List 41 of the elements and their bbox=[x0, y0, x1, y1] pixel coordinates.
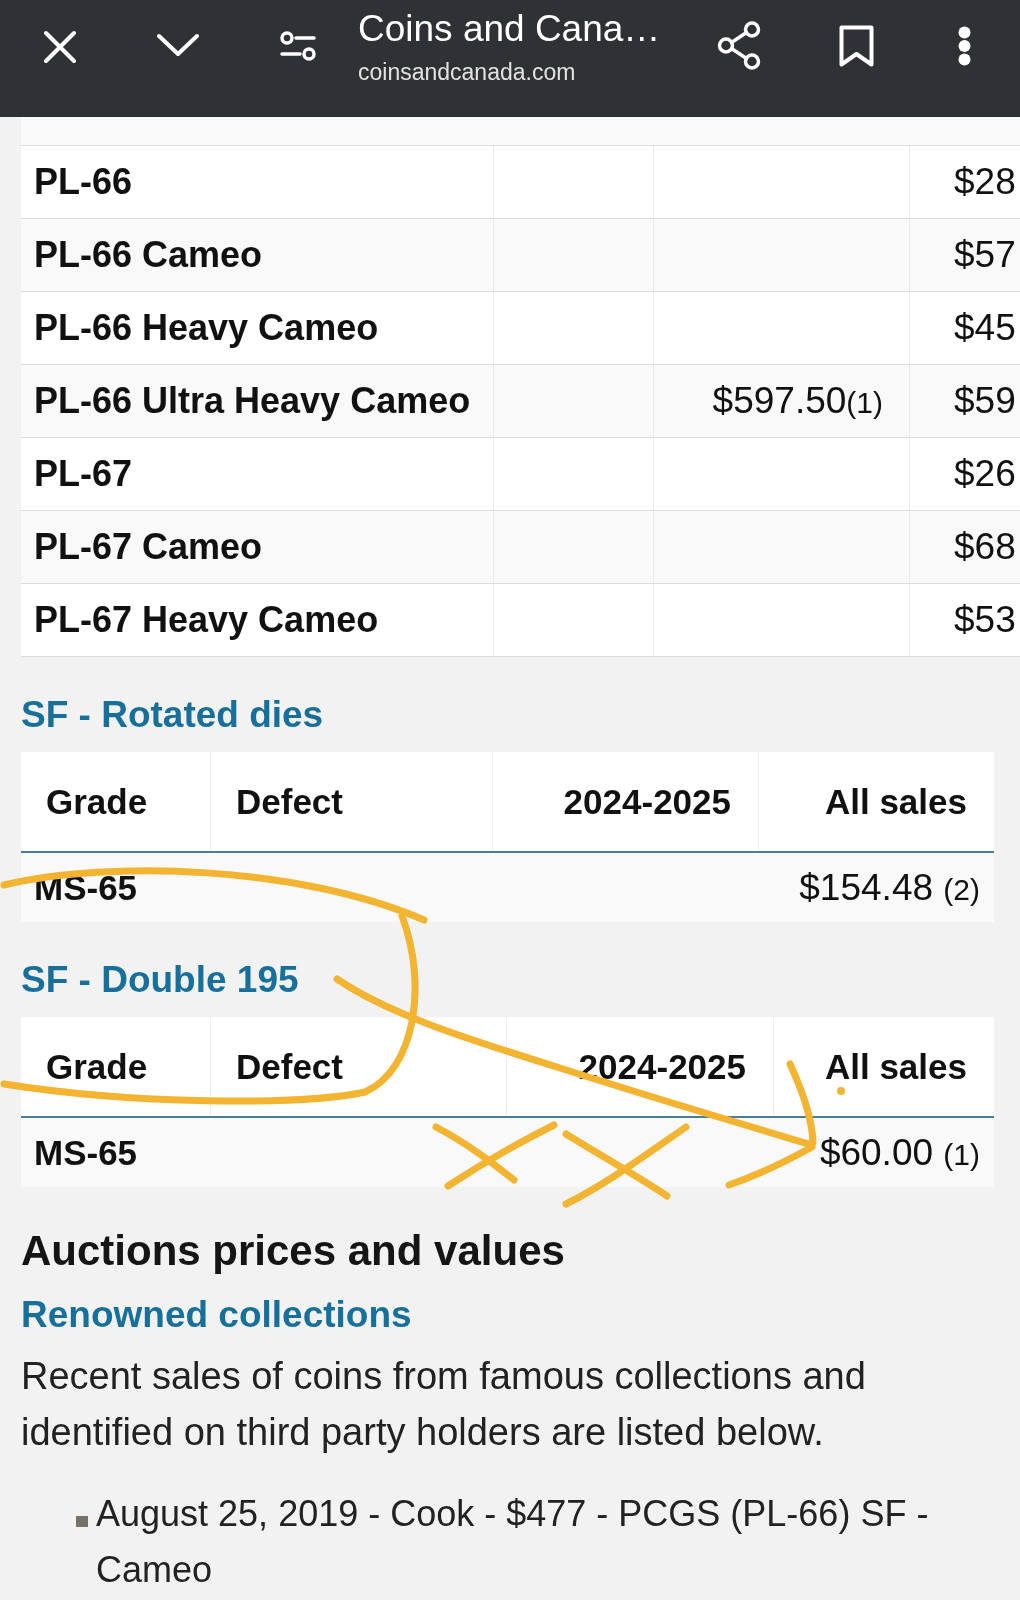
table-cell-text: $60.00 (1) bbox=[818, 1131, 981, 1175]
table-cell-text: PL-67 bbox=[33, 452, 134, 496]
pen-dot-icon bbox=[837, 1087, 845, 1095]
column-header: Defect bbox=[210, 1017, 506, 1116]
table-cell: $57 bbox=[909, 219, 1020, 291]
column-header: All sales bbox=[758, 752, 994, 851]
sale-entry: August 25, 2019 - Cook - $477 - PCGS (PL-66) SF - Cameo bbox=[96, 1492, 930, 1592]
pen-cross-icon bbox=[432, 1121, 558, 1190]
section-heading: SF - Rotated dies bbox=[21, 693, 324, 737]
close-icon[interactable] bbox=[43, 30, 77, 64]
table-cell-text: PL-66 bbox=[33, 160, 134, 204]
table-cell-text: PL-67 Heavy Cameo bbox=[33, 598, 380, 642]
page-url: coinsandcanada.com bbox=[358, 58, 576, 86]
pen-cross-icon bbox=[562, 1123, 690, 1208]
table-cell: $53 bbox=[909, 584, 1020, 656]
chevron-down-icon[interactable] bbox=[156, 33, 200, 57]
column-header: Grade bbox=[45, 1046, 149, 1088]
bookmark-icon[interactable] bbox=[839, 25, 874, 67]
table-cell: $68 bbox=[909, 511, 1020, 583]
section-heading: Renowned collections bbox=[21, 1293, 412, 1337]
table-cell-text: MS-65 bbox=[33, 1132, 139, 1174]
table-cell-text: PL-66 Ultra Heavy Cameo bbox=[33, 379, 472, 423]
sliders-icon[interactable] bbox=[280, 31, 316, 61]
column-header: Defect bbox=[210, 752, 492, 851]
bullet-icon bbox=[76, 1516, 88, 1527]
table-cell-text: PL-66 Cameo bbox=[33, 233, 264, 277]
table-cell-text: PL-66 Heavy Cameo bbox=[33, 306, 380, 350]
table-cell-text: PL-67 Cameo bbox=[33, 525, 264, 569]
table-cell-text: $154.48 (2) bbox=[798, 866, 981, 910]
section-heading: SF - Double 195 bbox=[21, 958, 299, 1002]
column-header: 2024-2025 bbox=[492, 752, 758, 851]
table-cell: $26 bbox=[909, 438, 1020, 510]
section-title: Auctions prices and values bbox=[21, 1227, 565, 1275]
more-options-icon[interactable] bbox=[958, 26, 971, 66]
table-cell: $28 bbox=[909, 146, 1020, 218]
column-header: Grade bbox=[45, 781, 149, 823]
column-header: 2024-2025 bbox=[506, 1017, 773, 1116]
intro-paragraph: Recent sales of coins from famous collections and identified on third party holders are listed below. bbox=[21, 1354, 867, 1455]
share-icon[interactable] bbox=[717, 21, 761, 70]
table-cell: $45 bbox=[909, 292, 1020, 364]
page-title: Coins and Cana… bbox=[358, 8, 661, 50]
